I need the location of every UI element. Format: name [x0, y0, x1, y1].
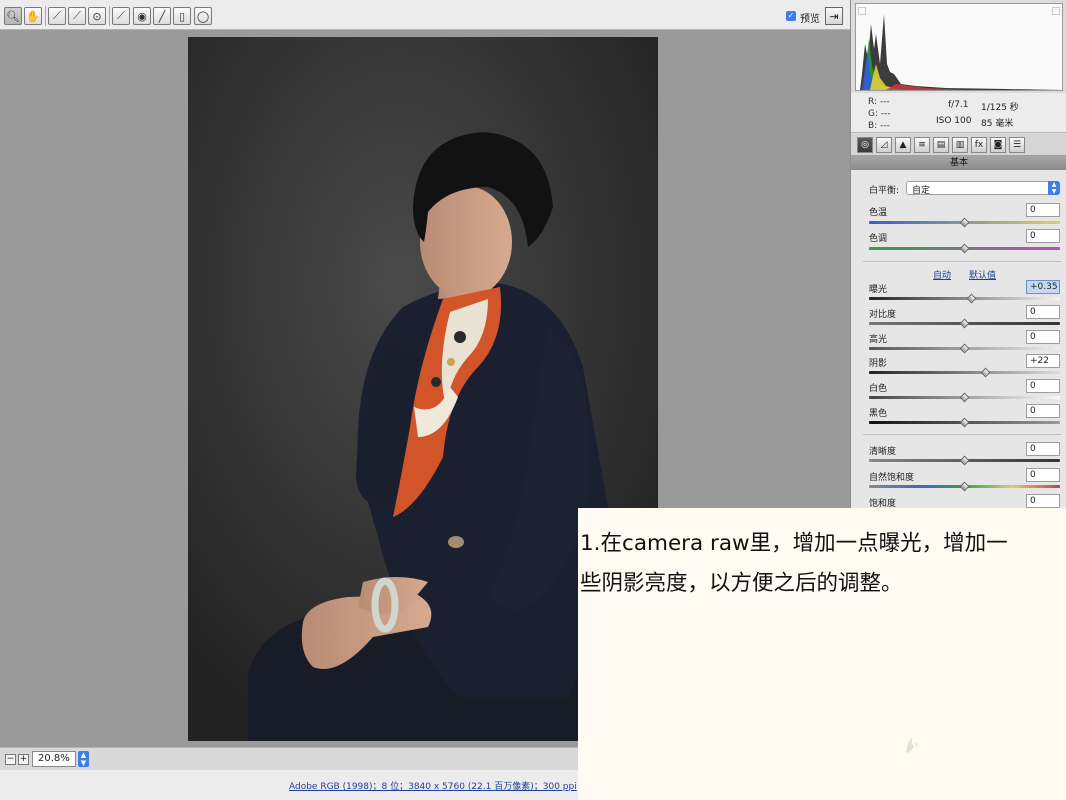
- zoom-stepper-icon[interactable]: ▲ ▼: [78, 751, 89, 767]
- white-balance-value: 自定: [912, 186, 931, 196]
- blacks-field[interactable]: 0: [1026, 404, 1060, 418]
- clarity-label: 清晰度: [869, 447, 897, 457]
- graduated-filter-icon[interactable]: ▯: [173, 7, 191, 25]
- green-value: G: ---: [868, 109, 891, 119]
- zoom-icon[interactable]: 🔍︎: [4, 7, 22, 25]
- default-link[interactable]: 默认值: [969, 268, 996, 281]
- tint-slider-thumb[interactable]: [959, 243, 970, 254]
- auto-link[interactable]: 自动: [933, 268, 951, 281]
- basic-settings: 白平衡: 自定 ▲ ▼ 色温 0 色调 0 自动 默认值 曝光 +0.35 对比度…: [851, 170, 1066, 510]
- clarity-field[interactable]: 0: [1026, 442, 1060, 456]
- tint-label: 色调: [869, 234, 888, 244]
- blue-value: B: ---: [868, 121, 890, 131]
- focal-length-value: 85 毫米: [981, 119, 1014, 129]
- targeted-adjustment-icon[interactable]: ⊙: [88, 7, 106, 25]
- vibrance-label: 自然饱和度: [869, 473, 915, 483]
- hsl-tab-icon[interactable]: ≡: [914, 137, 930, 153]
- camera-calibration-tab-icon[interactable]: ◙: [990, 137, 1006, 153]
- panel-tab-strip: ◎ ◿ ▲ ≡ ▤ ▥ fx ◙ ☰: [851, 134, 1066, 156]
- split-toning-tab-icon[interactable]: ▤: [933, 137, 949, 153]
- tutorial-caption: 1.在camera raw里，增加一点曝光，增加一 些阴影亮度，以方便之后的调整…: [578, 508, 1066, 800]
- vibrance-field[interactable]: 0: [1026, 468, 1060, 482]
- white-balance-icon[interactable]: ⟋: [48, 7, 66, 25]
- basic-tab-icon[interactable]: ◎: [857, 137, 873, 153]
- color-sampler-icon[interactable]: ⟋: [68, 7, 86, 25]
- tint-field[interactable]: 0: [1026, 229, 1060, 243]
- hand-icon[interactable]: ✋: [24, 7, 42, 25]
- zoom-level-field[interactable]: 20.8%: [32, 751, 76, 767]
- histogram: [855, 3, 1063, 91]
- zoom-out-button[interactable]: −: [5, 754, 16, 765]
- section-divider: [863, 434, 1061, 435]
- effects-tab-icon[interactable]: fx: [971, 137, 987, 153]
- fullscreen-icon[interactable]: ⇥: [825, 7, 843, 25]
- exposure-slider-thumb[interactable]: [966, 293, 977, 304]
- tone-curve-tab-icon[interactable]: ◿: [876, 137, 892, 153]
- highlights-slider-thumb[interactable]: [959, 343, 970, 354]
- blacks-label: 黑色: [869, 409, 888, 419]
- detail-tab-icon[interactable]: ▲: [895, 137, 911, 153]
- temperature-field[interactable]: 0: [1026, 203, 1060, 217]
- watermark-logo: [906, 738, 918, 753]
- highlights-field[interactable]: 0: [1026, 330, 1060, 344]
- white-balance-label: 白平衡:: [869, 186, 900, 196]
- caption-text: 1.在camera raw里，增加一点曝光，增加一 些阴影亮度，以方便之后的调整…: [580, 524, 1064, 604]
- whites-label: 白色: [869, 384, 888, 394]
- exposure-slider[interactable]: [869, 297, 1060, 300]
- iso-value: ISO 100: [936, 116, 972, 126]
- adjustment-brush-icon[interactable]: ╱: [153, 7, 171, 25]
- white-balance-select[interactable]: 自定 ▲ ▼: [906, 181, 1060, 196]
- contrast-slider-thumb[interactable]: [959, 318, 970, 329]
- temperature-label: 色温: [869, 208, 888, 218]
- section-divider: [863, 261, 1061, 262]
- zoom-in-button[interactable]: +: [18, 754, 29, 765]
- whites-slider-thumb[interactable]: [959, 392, 970, 403]
- blacks-slider-thumb[interactable]: [959, 417, 970, 428]
- caption-line-1: 1.在camera raw里，增加一点曝光，增加一: [580, 531, 1008, 556]
- workflow-options-link[interactable]: Adobe RGB (1998)；8 位；3840 x 5760 (22.1 百…: [289, 779, 577, 792]
- highlights-label: 高光: [869, 335, 888, 345]
- highlight-clipping-warning-icon[interactable]: [1052, 7, 1060, 15]
- preview-checkbox[interactable]: ✓: [786, 11, 796, 21]
- toolbar-separator: [45, 6, 46, 26]
- saturation-field[interactable]: 0: [1026, 494, 1060, 508]
- shadows-slider[interactable]: [869, 371, 1060, 374]
- contrast-label: 对比度: [869, 310, 897, 320]
- red-value: R: ---: [868, 97, 890, 107]
- shadows-slider-thumb[interactable]: [980, 367, 991, 378]
- shadows-label: 阴影: [869, 359, 888, 369]
- red-eye-icon[interactable]: ◉: [133, 7, 151, 25]
- info-readout: R: --- G: --- B: --- f/7.1 1/125 秒 ISO 1…: [851, 93, 1066, 133]
- panel-title: 基本: [851, 156, 1066, 170]
- shadow-clipping-warning-icon[interactable]: [858, 7, 866, 15]
- whites-field[interactable]: 0: [1026, 379, 1060, 393]
- radial-filter-icon[interactable]: ◯: [194, 7, 212, 25]
- clarity-slider-thumb[interactable]: [959, 455, 970, 466]
- exposure-label: 曝光: [869, 285, 888, 295]
- aperture-value: f/7.1: [948, 100, 969, 110]
- caption-line-2: 些阴影亮度，以方便之后的调整。: [580, 571, 903, 596]
- shadows-field[interactable]: +22: [1026, 354, 1060, 368]
- spot-removal-icon[interactable]: ⟋: [112, 7, 130, 25]
- presets-tab-icon[interactable]: ☰: [1009, 137, 1025, 153]
- toolbar: 🔍︎ ✋ ⟋ ⟋ ⊙ ⟋ ◉ ╱ ▯ ◯ ✓ 预览 ⇥: [0, 0, 850, 30]
- exposure-field[interactable]: +0.35: [1026, 280, 1060, 294]
- shutter-value: 1/125 秒: [981, 103, 1019, 113]
- contrast-field[interactable]: 0: [1026, 305, 1060, 319]
- temperature-slider-thumb[interactable]: [959, 217, 970, 228]
- vibrance-slider-thumb[interactable]: [959, 481, 970, 492]
- select-arrows-icon: ▲ ▼: [1048, 181, 1060, 195]
- toolbar-separator: [109, 6, 110, 26]
- lens-corrections-tab-icon[interactable]: ▥: [952, 137, 968, 153]
- preview-label: 预览: [800, 14, 820, 25]
